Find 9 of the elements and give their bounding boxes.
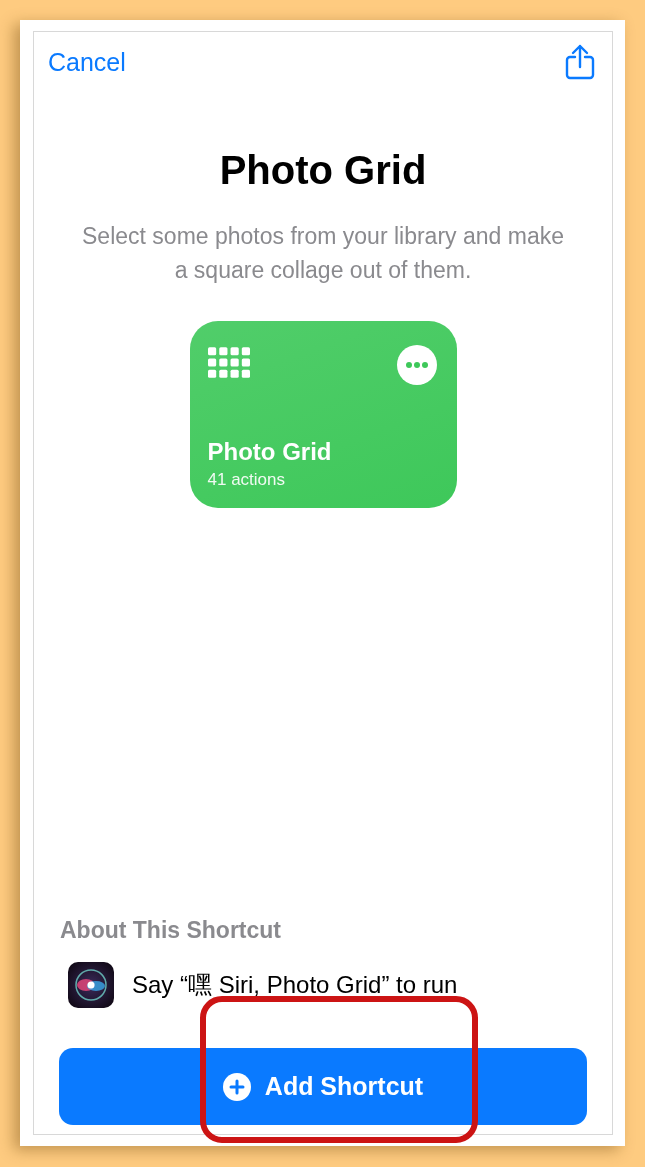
cancel-button[interactable]: Cancel [48,47,126,77]
add-shortcut-button[interactable]: Add Shortcut [59,1048,587,1125]
card-title: Photo Grid [207,438,333,466]
card-subtitle: 41 actions [207,470,286,490]
section-heading: About This Shortcut [60,917,283,944]
shortcut-title: Photo Grid [218,148,428,193]
shortcut-description: Select some photos from your library and make a square collage out of them. [81,222,565,285]
shortcut-card[interactable]: Photo Grid 41 actions [189,321,457,508]
siri-phrase: Say “嘿 Siri, Photo Grid” to run [132,970,458,1000]
